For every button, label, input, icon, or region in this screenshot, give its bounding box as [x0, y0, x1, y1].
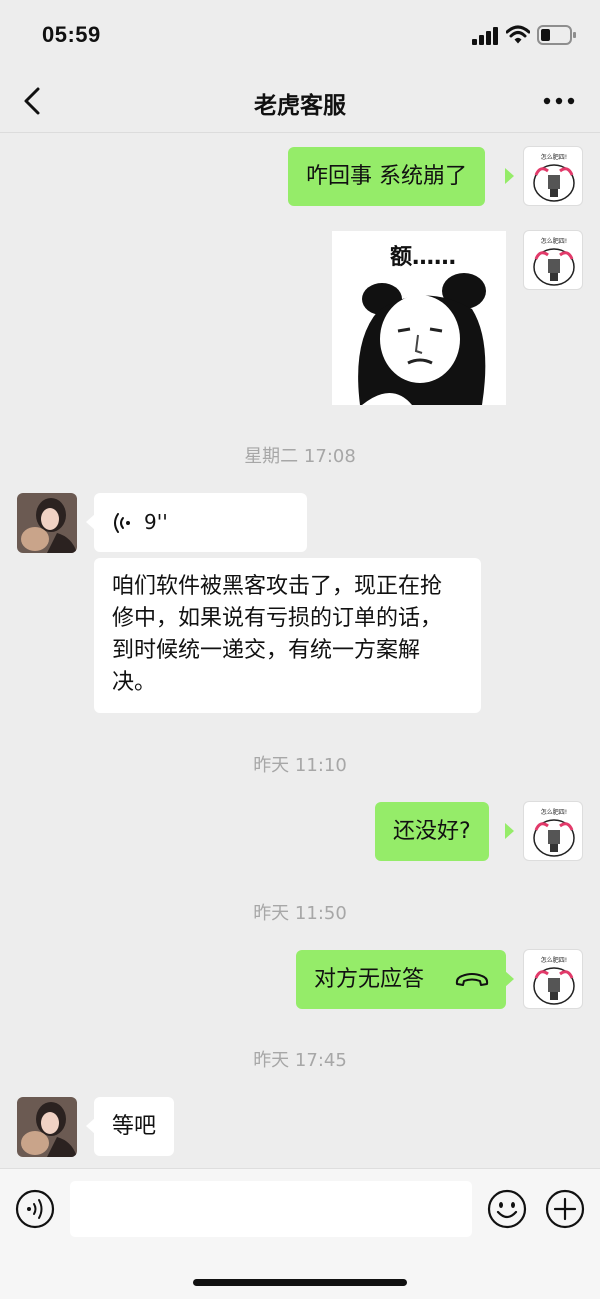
message-text: 等吧	[112, 1114, 157, 1139]
message-input[interactable]	[70, 1181, 472, 1237]
avatar-other[interactable]	[17, 493, 77, 553]
nav-bar: 老虎客服	[0, 70, 600, 133]
avatar-self[interactable]: 怎么肥四!	[523, 801, 583, 861]
message-text: 咋回事 系统崩了	[306, 164, 467, 189]
meme-face-avatar: 怎么肥四!	[533, 237, 575, 286]
voice-input-icon[interactable]	[15, 1189, 55, 1229]
panda-meme-drawing	[358, 273, 486, 405]
home-indicator[interactable]	[193, 1279, 407, 1286]
message-text: 对方无应答	[314, 967, 425, 992]
status-bar: 05:59	[0, 0, 600, 70]
bubble-tail	[505, 168, 514, 184]
message-bubble-received[interactable]: 等吧	[94, 1097, 175, 1156]
voice-wave-icon	[114, 513, 130, 533]
sticker-image[interactable]: 额……	[332, 231, 506, 405]
meme-face-avatar: 怎么肥四!	[533, 153, 575, 202]
bubble-tail	[505, 823, 514, 839]
more-dots-icon[interactable]	[543, 96, 575, 106]
timestamp: 星期二 17:08	[244, 446, 356, 467]
status-time: 05:59	[42, 22, 101, 47]
message-bubble-sent[interactable]: 咋回事 系统崩了	[288, 147, 485, 206]
svg-text:怎么肥四!: 怎么肥四!	[541, 237, 567, 245]
user-photo-avatar	[17, 1097, 77, 1157]
message-text: 还没好?	[393, 819, 471, 844]
user-photo-avatar	[17, 493, 77, 553]
message-text: 咱们软件被黑客攻击了，现正在抢修中，如果说有亏损的订单的话，到时候统一递交，有统…	[112, 574, 443, 695]
bubble-tail	[505, 971, 514, 987]
meme-face-avatar: 怎么肥四!	[533, 808, 575, 857]
avatar-self[interactable]: 怎么肥四!	[523, 230, 583, 290]
voice-duration: 9''	[144, 510, 168, 534]
chat-title: 老虎客服	[254, 93, 346, 119]
svg-text:怎么肥四!: 怎么肥四!	[541, 808, 567, 816]
message-bubble-sent[interactable]: 还没好?	[375, 802, 489, 861]
avatar-self[interactable]: 怎么肥四!	[523, 949, 583, 1009]
timestamp: 昨天 17:45	[253, 1050, 347, 1071]
svg-text:怎么肥四!: 怎么肥四!	[541, 153, 567, 161]
plus-icon[interactable]	[545, 1189, 585, 1229]
hangup-phone-icon	[455, 973, 489, 986]
timestamp: 昨天 11:50	[253, 903, 347, 924]
message-bubble-received[interactable]: 咱们软件被黑客攻击了，现正在抢修中，如果说有亏损的订单的话，到时候统一递交，有统…	[94, 558, 481, 713]
avatar-other[interactable]	[17, 1097, 77, 1157]
call-record-bubble[interactable]: 对方无应答	[296, 950, 506, 1009]
signal-icon	[472, 27, 498, 45]
timestamp: 昨天 11:10	[253, 755, 347, 776]
battery-icon	[537, 25, 576, 45]
avatar-self[interactable]: 怎么肥四!	[523, 146, 583, 206]
wifi-icon	[506, 25, 530, 44]
svg-text:怎么肥四!: 怎么肥四!	[541, 956, 567, 964]
smiley-icon[interactable]	[487, 1189, 527, 1229]
voice-message-bubble[interactable]: 9''	[94, 493, 307, 552]
meme-face-avatar: 怎么肥四!	[533, 956, 575, 1005]
